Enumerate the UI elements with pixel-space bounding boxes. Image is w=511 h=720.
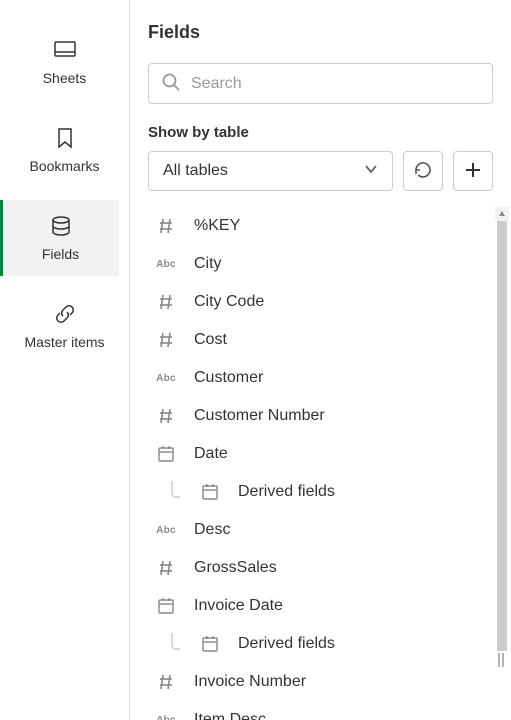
tree-connector-icon (168, 633, 182, 655)
hash-icon (152, 405, 180, 427)
field-item[interactable]: Date (148, 435, 493, 473)
database-icon (49, 214, 73, 238)
abc-icon: Abc (152, 253, 180, 275)
left-sidebar: Sheets Bookmarks Fields Master items (0, 0, 130, 720)
field-item[interactable]: Derived fields (148, 473, 493, 511)
abc-icon: Abc (152, 367, 180, 389)
search-input[interactable] (191, 75, 480, 93)
hash-icon (152, 329, 180, 351)
hash-icon (152, 291, 180, 313)
sidebar-item-sheets[interactable]: Sheets (10, 24, 119, 100)
add-button[interactable] (453, 151, 493, 191)
field-item[interactable]: GrossSales (148, 549, 493, 587)
field-list[interactable]: %KEY Abc City City Code Cost Abc Customer Custo… (148, 207, 493, 720)
fields-panel: Fields Show by table All tables (130, 0, 511, 720)
search-box[interactable] (148, 63, 493, 104)
refresh-icon (413, 160, 433, 183)
field-name: %KEY (194, 217, 240, 235)
calendar-icon (196, 481, 224, 503)
hash-icon (152, 215, 180, 237)
chevron-down-icon (364, 162, 378, 181)
dropdown-selected-value: All tables (163, 162, 228, 180)
sidebar-item-label: Sheets (43, 70, 87, 86)
field-name: Customer Number (194, 407, 325, 425)
field-name: Cost (194, 331, 227, 349)
hash-icon (152, 671, 180, 693)
plus-icon (464, 161, 482, 182)
field-list-container: %KEY Abc City City Code Cost Abc Customer Custo… (148, 207, 493, 720)
hash-icon (152, 557, 180, 579)
abc-icon: Abc (152, 519, 180, 541)
search-icon (161, 72, 181, 95)
field-item[interactable]: Derived fields (148, 625, 493, 663)
calendar-icon (152, 595, 180, 617)
field-name: City Code (194, 293, 264, 311)
field-name: City (194, 255, 222, 273)
tables-dropdown[interactable]: All tables (148, 151, 393, 191)
calendar-icon (152, 443, 180, 465)
tree-connector-icon (168, 481, 182, 503)
field-name: GrossSales (194, 559, 277, 577)
sheets-icon (53, 38, 77, 62)
field-name: Item Desc (194, 711, 266, 720)
calendar-icon (196, 633, 224, 655)
field-name: Invoice Number (194, 673, 306, 691)
field-item[interactable]: Invoice Number (148, 663, 493, 701)
field-item[interactable]: Invoice Date (148, 587, 493, 625)
panel-collapse-handle[interactable] (495, 647, 507, 673)
field-item[interactable]: Cost (148, 321, 493, 359)
sidebar-item-label: Fields (42, 246, 79, 262)
field-item[interactable]: %KEY (148, 207, 493, 245)
field-item[interactable]: Abc Customer (148, 359, 493, 397)
filter-row: All tables (148, 151, 493, 191)
sidebar-item-fields[interactable]: Fields (0, 200, 119, 276)
field-item[interactable]: Customer Number (148, 397, 493, 435)
scroll-up-arrow-icon[interactable] (495, 207, 509, 221)
field-name: Invoice Date (194, 597, 283, 615)
show-by-table-label: Show by table (148, 124, 493, 141)
field-name: Derived fields (238, 635, 335, 653)
abc-icon: Abc (152, 709, 180, 720)
field-item[interactable]: Abc Item Desc (148, 701, 493, 720)
sidebar-item-label: Master items (24, 334, 104, 350)
bookmark-icon (53, 126, 77, 150)
panel-title: Fields (148, 22, 493, 43)
field-name: Customer (194, 369, 263, 387)
sidebar-item-master-items[interactable]: Master items (10, 288, 119, 364)
link-icon (53, 302, 77, 326)
field-item[interactable]: Abc City (148, 245, 493, 283)
field-name: Date (194, 445, 228, 463)
scrollbar[interactable] (495, 207, 509, 720)
field-name: Desc (194, 521, 230, 539)
scrollbar-thumb[interactable] (497, 221, 507, 651)
sidebar-item-label: Bookmarks (29, 158, 99, 174)
field-item[interactable]: City Code (148, 283, 493, 321)
refresh-button[interactable] (403, 151, 443, 191)
field-item[interactable]: Abc Desc (148, 511, 493, 549)
field-name: Derived fields (238, 483, 335, 501)
sidebar-item-bookmarks[interactable]: Bookmarks (10, 112, 119, 188)
